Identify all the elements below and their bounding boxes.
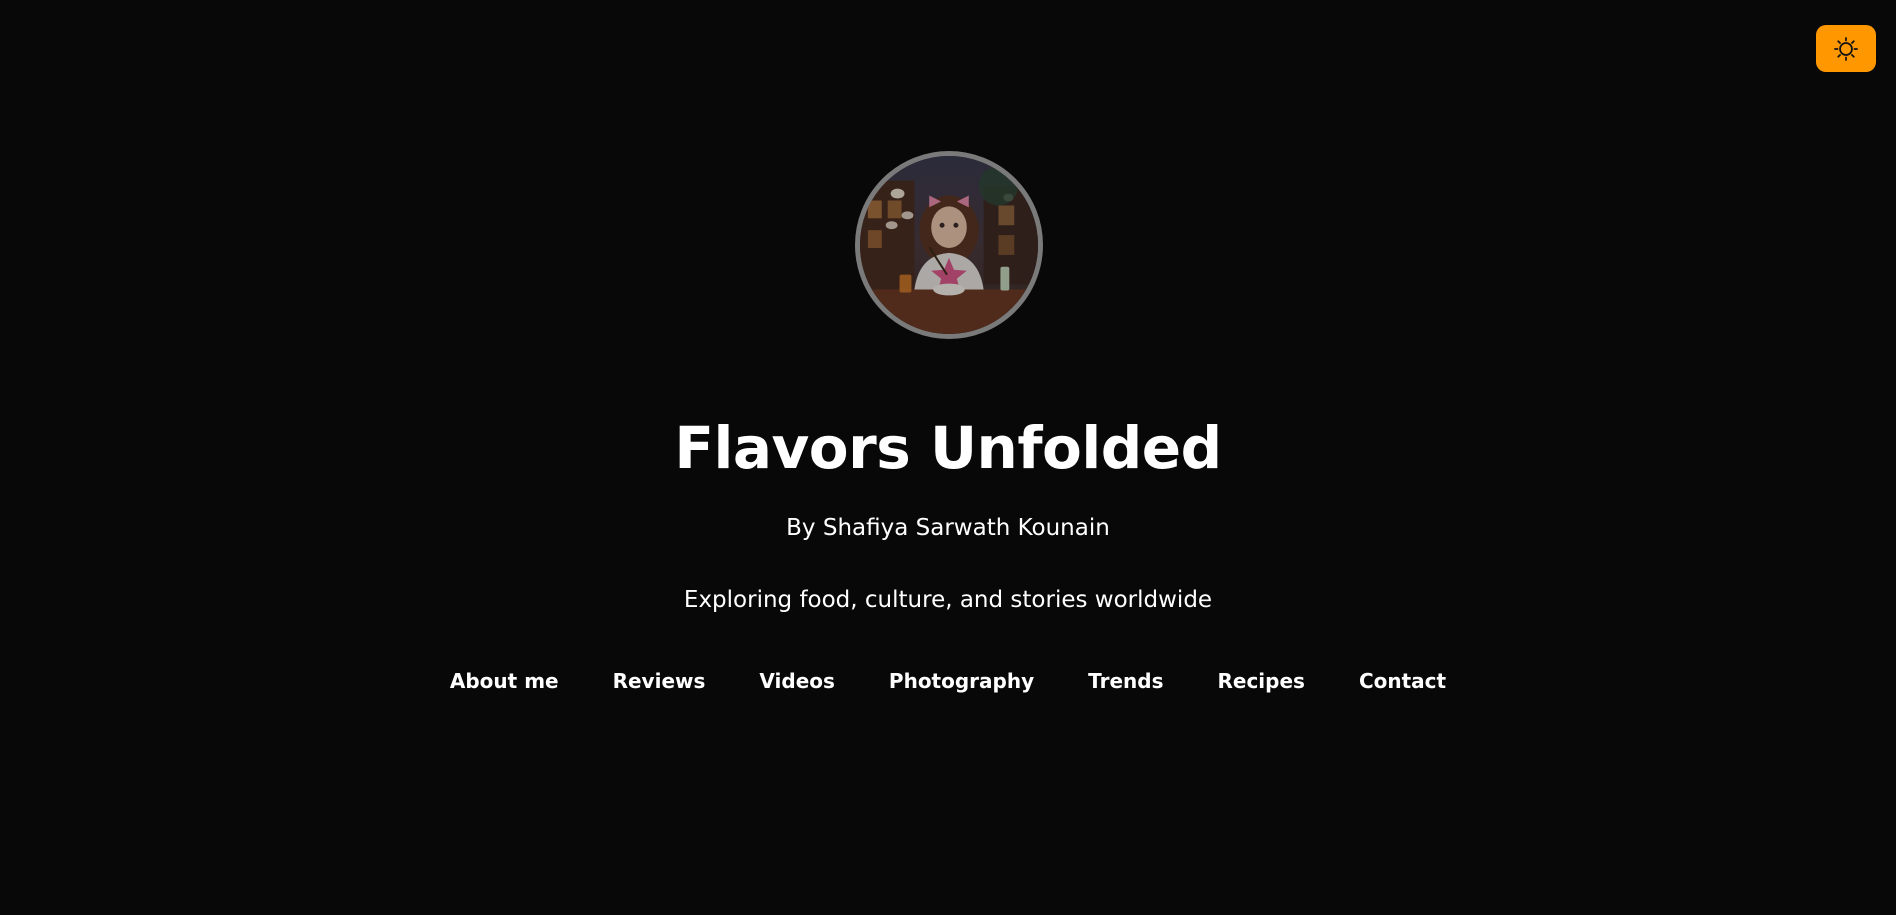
tagline: Exploring food, culture, and stories wor… xyxy=(683,587,1213,613)
page: Flavors Unfolded By Shafiya Sarwath Koun… xyxy=(0,0,1896,915)
sun-icon xyxy=(1834,36,1858,61)
author-byline: By Shafiya Sarwath Kounain xyxy=(786,515,1110,541)
profile-picture xyxy=(860,156,1038,334)
nav-link-photography[interactable]: Photography xyxy=(889,667,1034,695)
site-title: Flavors Unfolded xyxy=(674,414,1222,482)
theme-toggle-button[interactable] xyxy=(1816,25,1876,72)
nav-link-reviews[interactable]: Reviews xyxy=(613,667,706,695)
nav-link-videos[interactable]: Videos xyxy=(759,667,835,695)
nav-link-contact[interactable]: Contact xyxy=(1359,667,1446,695)
nav-link-trends[interactable]: Trends xyxy=(1088,667,1163,695)
avatar xyxy=(855,151,1043,339)
main-nav: About me Reviews Videos Photography Tren… xyxy=(0,667,1896,695)
nav-link-recipes[interactable]: Recipes xyxy=(1217,667,1304,695)
nav-link-about-me[interactable]: About me xyxy=(450,667,559,695)
